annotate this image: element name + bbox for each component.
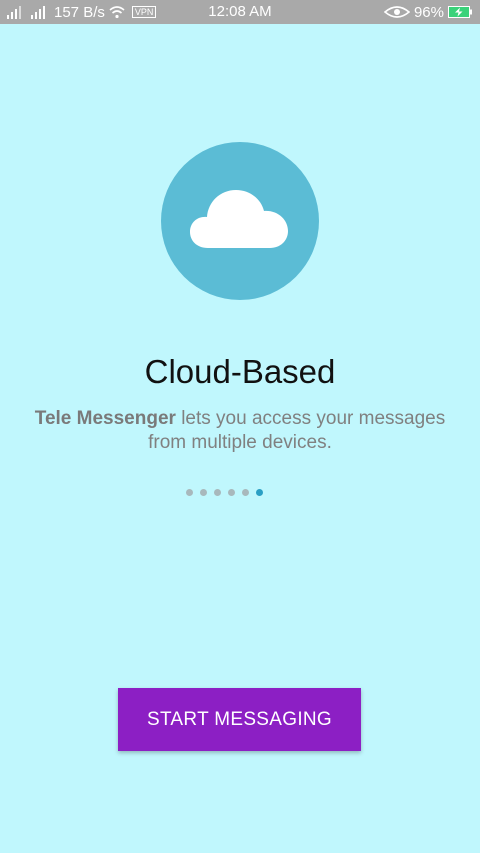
app-name: Tele Messenger [34,408,176,429]
page-dot-4[interactable] [228,489,235,496]
page-description: Tele Messenger lets you access your mess… [20,407,460,455]
description-text: lets you access your messages from multi… [148,408,446,453]
status-right: 96% [383,3,472,21]
battery-charging-icon [448,6,472,18]
page-dot-2[interactable] [200,489,207,496]
page-dot-1[interactable] [186,489,193,496]
cloud-icon [190,190,288,248]
page-title: Cloud-Based [144,353,336,390]
page-indicator [186,489,263,496]
cloud-illustration [161,142,319,300]
page-dot-5[interactable] [242,489,249,496]
eye-icon [383,6,410,18]
status-bar: 157 B/s VPN 12:08 AM 96% [0,0,480,24]
start-messaging-button[interactable]: START MESSAGING [118,688,361,751]
page-dot-3[interactable] [214,489,221,496]
battery-percent: 96% [413,3,444,21]
page-dot-6[interactable] [256,489,263,496]
